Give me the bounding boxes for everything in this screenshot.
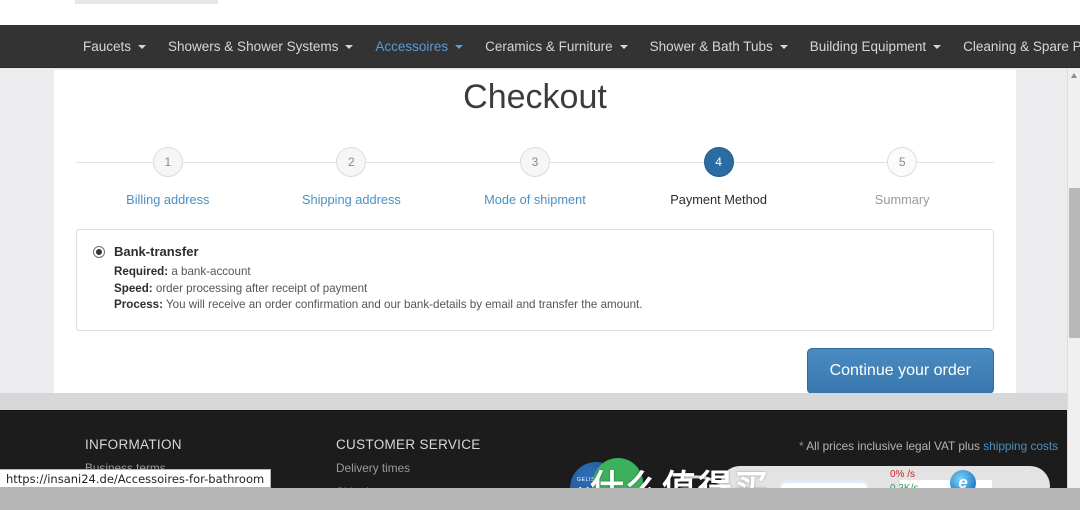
nav-item-label: Cleaning & Spare Parts bbox=[963, 38, 1080, 54]
detail-label: Process: bbox=[114, 298, 163, 312]
footer-heading: INFORMATION bbox=[85, 437, 182, 452]
vat-notice: * All prices inclusive legal VAT plus sh… bbox=[799, 439, 1058, 453]
step-number-circle: 4 bbox=[703, 147, 734, 177]
nav-item-label: Shower & Bath Tubs bbox=[649, 38, 773, 54]
step-label: Billing address bbox=[126, 192, 210, 207]
step-number-circle: 5 bbox=[887, 147, 918, 177]
step-number-circle: 2 bbox=[336, 147, 367, 177]
page-scrollbar[interactable] bbox=[1067, 68, 1080, 510]
step-label: Payment Method bbox=[670, 192, 767, 207]
chevron-down-icon bbox=[619, 45, 628, 49]
nav-item-shower-bath-tubs[interactable]: Shower & Bath Tubs bbox=[639, 25, 799, 68]
chevron-down-icon bbox=[455, 45, 464, 49]
browser-viewport: Faucets Showers & Shower Systems Accesso… bbox=[0, 0, 1080, 510]
browser-status-bar: https://insani24.de/Accessoires-for-bath… bbox=[0, 469, 272, 488]
payment-method-panel: Bank-transfer Required: a bank-account S… bbox=[76, 229, 994, 331]
step-number-circle: 3 bbox=[519, 147, 550, 177]
nav-item-accessoires[interactable]: Accessoires bbox=[364, 25, 474, 68]
step-label: Shipping address bbox=[301, 192, 401, 207]
detail-value: order processing after receipt of paymen… bbox=[152, 281, 368, 295]
detail-label: Speed: bbox=[114, 281, 153, 295]
action-row: Continue your order bbox=[76, 347, 994, 394]
nav-item-label: Showers & Shower Systems bbox=[168, 38, 339, 54]
vat-shipping-costs-link[interactable]: shipping costs bbox=[983, 439, 1058, 453]
step-number-circle: 1 bbox=[152, 147, 183, 177]
footer-link-delivery-times[interactable]: Delivery times bbox=[336, 461, 481, 475]
payment-detail-required: Required: a bank-account bbox=[114, 264, 977, 281]
main-navigation: Faucets Showers & Shower Systems Accesso… bbox=[0, 25, 1080, 68]
stepper-step-payment-method[interactable]: 4 Payment Method bbox=[627, 147, 811, 207]
vat-notice-text: All prices inclusive legal VAT plus bbox=[803, 439, 984, 453]
detail-value: a bank-account bbox=[168, 265, 251, 278]
checkout-stepper: 1 Billing address 2 Shipping address 3 M… bbox=[76, 147, 994, 207]
footer-heading: CUSTOMER SERVICE bbox=[336, 437, 481, 452]
payment-method-details: Required: a bank-account Speed: order pr… bbox=[114, 264, 977, 314]
badge-idealo-top-text: GELISTETER bbox=[576, 477, 616, 483]
footer-separator-band bbox=[0, 393, 1080, 410]
nav-item-ceramics-furniture[interactable]: Ceramics & Furniture bbox=[474, 25, 639, 68]
chevron-down-icon bbox=[933, 45, 942, 49]
page-top-strip bbox=[0, 0, 1080, 25]
stepper-step-summary[interactable]: 5 Summary bbox=[810, 147, 994, 207]
payment-detail-speed: Speed: order processing after receipt of… bbox=[114, 281, 977, 298]
stepper-step-mode-of-shipment[interactable]: 3 Mode of shipment bbox=[443, 147, 627, 207]
nav-item-label: Building Equipment bbox=[809, 38, 927, 54]
radio-bank-transfer[interactable] bbox=[93, 245, 105, 258]
nav-item-showers-shower-systems[interactable]: Showers & Shower Systems bbox=[157, 25, 364, 68]
stepper-step-shipping-address[interactable]: 2 Shipping address bbox=[260, 147, 444, 207]
payment-detail-process: Process: You will receive an order confi… bbox=[114, 297, 977, 314]
chevron-down-icon bbox=[138, 45, 147, 49]
chevron-down-icon bbox=[345, 45, 354, 49]
scroll-up-arrow-icon[interactable] bbox=[1071, 73, 1077, 78]
browser-bottom-edge bbox=[0, 488, 1080, 510]
chevron-down-icon bbox=[779, 45, 788, 49]
step-label: Summary bbox=[874, 192, 930, 207]
stepper-step-billing-address[interactable]: 1 Billing address bbox=[76, 147, 260, 207]
detail-label: Required: bbox=[114, 265, 169, 278]
page-title: Checkout bbox=[463, 78, 607, 116]
step-label: Mode of shipment bbox=[484, 192, 586, 207]
detail-value: You will receive an order confirmation a… bbox=[162, 298, 643, 312]
nav-item-label: Ceramics & Furniture bbox=[485, 38, 613, 54]
scrollbar-thumb[interactable] bbox=[1069, 188, 1080, 338]
nav-item-building-equipment[interactable]: Building Equipment bbox=[799, 25, 952, 68]
payment-method-title: Bank-transfer bbox=[114, 244, 199, 259]
nav-item-label: Faucets bbox=[83, 38, 132, 54]
nav-item-cleaning-spare-parts[interactable]: Cleaning & Spare Parts bbox=[952, 25, 1080, 68]
top-partial-element bbox=[75, 0, 218, 4]
nav-item-label: Accessoires bbox=[375, 38, 449, 54]
nav-item-faucets[interactable]: Faucets bbox=[72, 25, 157, 68]
checkout-card: Checkout 1 Billing address 2 Shipping ad… bbox=[54, 70, 1016, 394]
continue-order-button[interactable]: Continue your order bbox=[806, 347, 994, 394]
